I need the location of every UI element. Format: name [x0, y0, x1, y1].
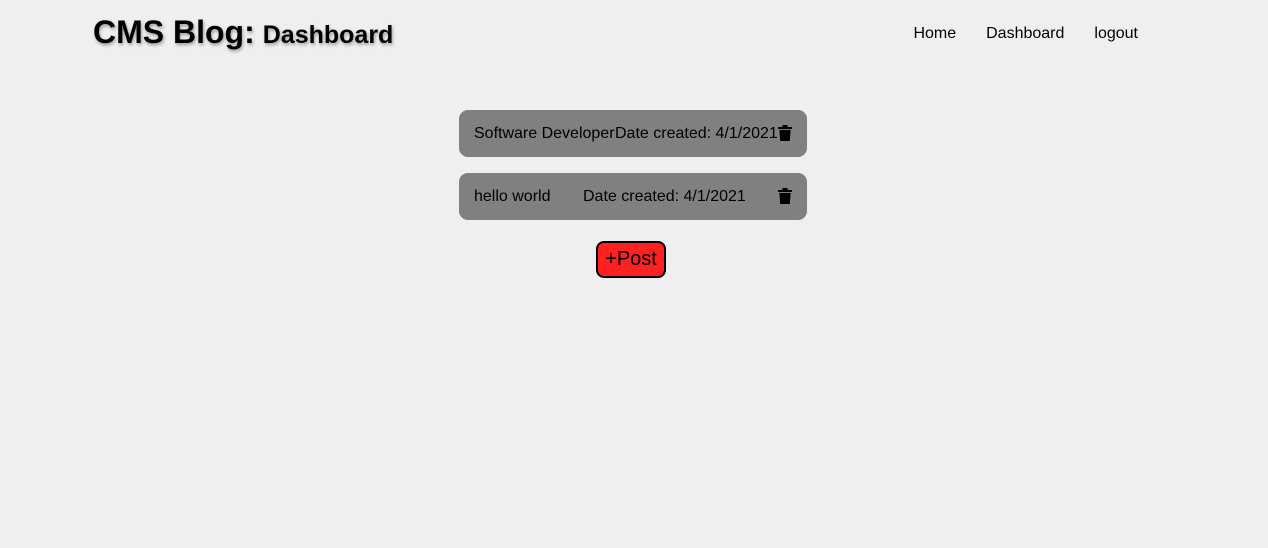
add-post-button[interactable]: +Post [596, 241, 666, 278]
nav-logout-link[interactable]: logout [1094, 25, 1138, 43]
post-date: Date created: 4/1/2021 [615, 125, 778, 142]
post-card[interactable]: Software Developer Date created: 4/1/202… [459, 110, 807, 157]
site-title: CMS Blog: Dashboard [93, 14, 393, 51]
post-title: hello world [474, 188, 551, 205]
top-nav: Home Dashboard logout [913, 25, 1138, 43]
nav-home-link[interactable]: Home [913, 25, 956, 43]
post-card[interactable]: hello world Date created: 4/1/2021 [459, 173, 807, 220]
site-header: CMS Blog: Dashboard Home Dashboard logout [93, 14, 1175, 58]
post-date: Date created: 4/1/2021 [583, 188, 746, 205]
trash-icon[interactable] [778, 188, 792, 204]
post-list: Software Developer Date created: 4/1/202… [459, 110, 807, 236]
page-title: Dashboard [262, 21, 394, 49]
trash-icon[interactable] [778, 125, 792, 141]
brand-name: CMS Blog: [93, 14, 255, 50]
post-title: Software Developer [474, 125, 615, 142]
nav-dashboard-link[interactable]: Dashboard [986, 25, 1064, 43]
